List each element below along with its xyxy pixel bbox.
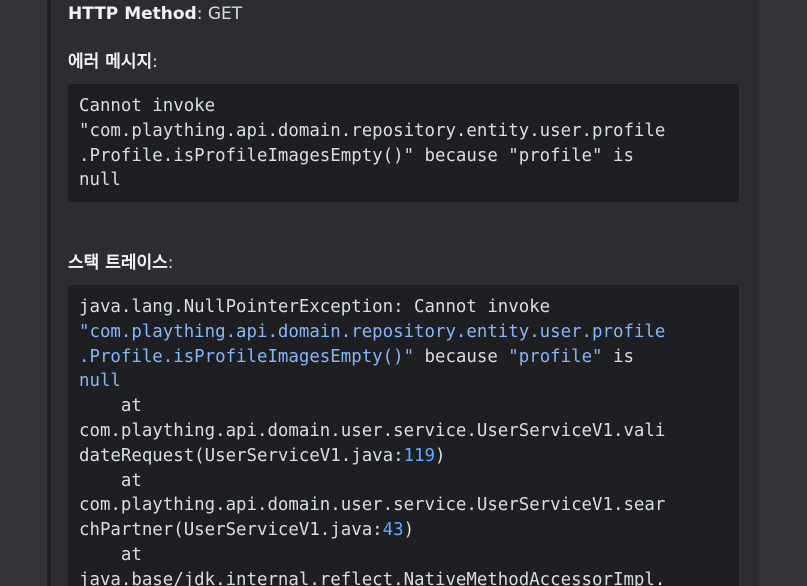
stack-frame: chPartner(UserServiceV1.java:43) [79, 518, 728, 543]
stack-frame-text: ) [435, 445, 446, 466]
error-message-label: 에러 메시지 [68, 52, 153, 72]
stack-trace-heading: 스택 트레이스: [68, 252, 174, 274]
error-message-line: "com.plaything.api.domain.repository.ent… [79, 120, 666, 141]
http-method-label: HTTP Method [68, 4, 197, 24]
error-message-line: .Profile.isProfileImagesEmpty()" because… [79, 145, 634, 166]
error-message-line: null [79, 170, 121, 191]
stack-frame: java.base/jdk.internal.reflect.NativeMet… [79, 569, 666, 586]
error-message-line: Cannot invoke [79, 96, 216, 116]
stack-line-string: "profile" [508, 346, 603, 367]
stack-line-text: is [602, 346, 634, 367]
stack-line: java.lang.NullPointerException: Cannot i… [79, 297, 551, 317]
stack-frame: dateRequest(UserServiceV1.java:119) [79, 444, 728, 469]
stack-at: at [79, 470, 142, 491]
line-number: 119 [403, 445, 435, 466]
chat-background [759, 0, 807, 586]
stack-at: at [79, 396, 142, 417]
stack-frame-text: chPartner(UserServiceV1.java: [79, 520, 383, 541]
stack-at: at [79, 544, 142, 565]
stack-trace-label: 스택 트레이스 [68, 253, 168, 273]
error-message-heading: 에러 메시지: [68, 51, 158, 73]
stack-frame-text: dateRequest(UserServiceV1.java: [79, 445, 404, 466]
message-gutter [0, 0, 47, 586]
http-method-field: HTTP Method: GET [68, 3, 242, 25]
stack-line: .Profile.isProfileImagesEmpty()" because… [79, 345, 728, 370]
stack-trace-colon: : [167, 253, 174, 273]
stack-frame-text: ) [403, 520, 415, 541]
stack-trace-codeblock[interactable]: java.lang.NullPointerException: Cannot i… [68, 285, 739, 586]
http-method-value: GET [202, 4, 243, 24]
stack-line-text: because [414, 346, 509, 367]
stack-line-string: .Profile.isProfileImagesEmpty()" [79, 346, 415, 367]
stack-line: "com.plaything.api.domain.repository.ent… [79, 321, 666, 342]
stack-frame: com.plaything.api.domain.user.service.Us… [79, 495, 666, 516]
stack-line: null [79, 371, 121, 392]
line-number: 43 [382, 520, 404, 541]
stack-frame: com.plaything.api.domain.user.service.Us… [79, 420, 666, 441]
error-message-codeblock[interactable]: Cannot invoke "com.plaything.api.domain.r… [68, 84, 739, 202]
error-message-colon: : [152, 52, 158, 72]
